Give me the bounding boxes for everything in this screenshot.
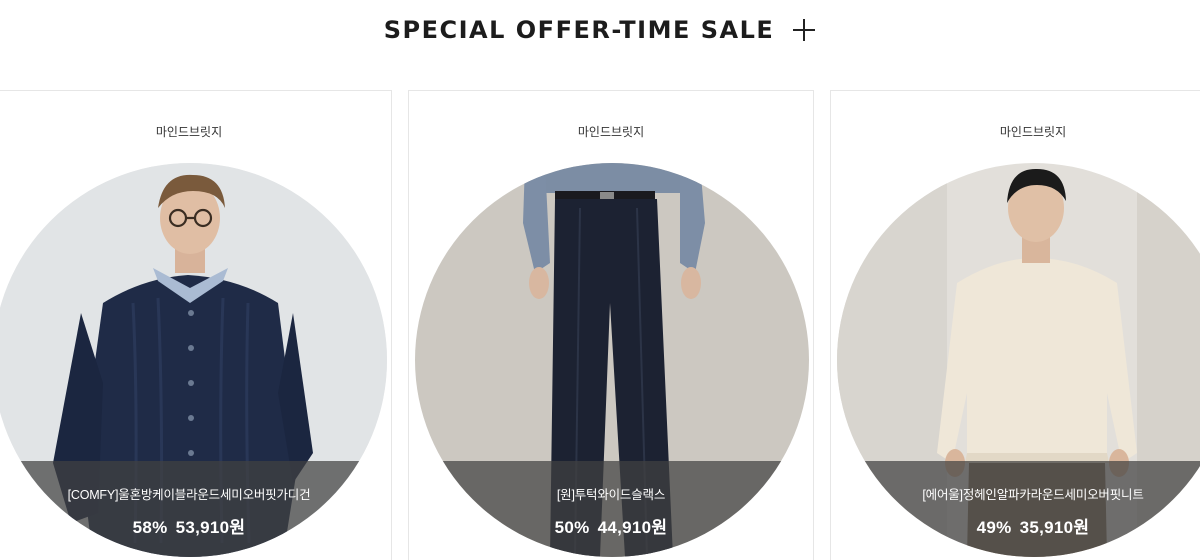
product-info: [COMFY]울혼방케이블라운드세미오버핏가디건 58% 53,910원 bbox=[0, 484, 391, 538]
product-info: [에어울]정헤인알파카라운드세미오버핏니트 49% 35,910원 bbox=[831, 484, 1200, 538]
product-card[interactable]: 마인드브릿지 [에어울]정헤인알파카라운드세미오버핏니트 49% 35,910원 bbox=[830, 90, 1200, 560]
section-title: SPECIAL OFFER-TIME SALE bbox=[383, 16, 775, 44]
product-brand: 마인드브릿지 bbox=[577, 125, 645, 139]
price-line: 50% 44,910원 bbox=[409, 513, 813, 538]
product-brand: 마인드브릿지 bbox=[155, 125, 223, 139]
discount-rate: 58% bbox=[132, 518, 168, 537]
sale-price: 53,910원 bbox=[175, 518, 246, 537]
sale-price: 44,910원 bbox=[597, 518, 668, 537]
sale-price: 35,910원 bbox=[1019, 518, 1090, 537]
product-name[interactable]: [COMFY]울혼방케이블라운드세미오버핏가디건 bbox=[0, 484, 391, 503]
product-card[interactable]: 마인드브릿지 [원]투턱와이드슬랙스 50% 44,910원 bbox=[408, 90, 814, 560]
plus-icon[interactable] bbox=[792, 18, 816, 42]
section-header: SPECIAL OFFER-TIME SALE bbox=[0, 0, 1200, 60]
price-line: 58% 53,910원 bbox=[0, 513, 391, 538]
price-line: 49% 35,910원 bbox=[831, 513, 1200, 538]
product-card[interactable]: 마인드브릿지 [COMFY]울혼방케이블라운드세미오버핏가디건 58% 53,9… bbox=[0, 90, 392, 560]
product-name[interactable]: [원]투턱와이드슬랙스 bbox=[409, 484, 813, 503]
discount-rate: 50% bbox=[554, 518, 590, 537]
discount-rate: 49% bbox=[976, 518, 1012, 537]
product-name[interactable]: [에어울]정헤인알파카라운드세미오버핏니트 bbox=[831, 484, 1200, 503]
product-info: [원]투턱와이드슬랙스 50% 44,910원 bbox=[409, 484, 813, 538]
product-brand: 마인드브릿지 bbox=[999, 125, 1067, 139]
